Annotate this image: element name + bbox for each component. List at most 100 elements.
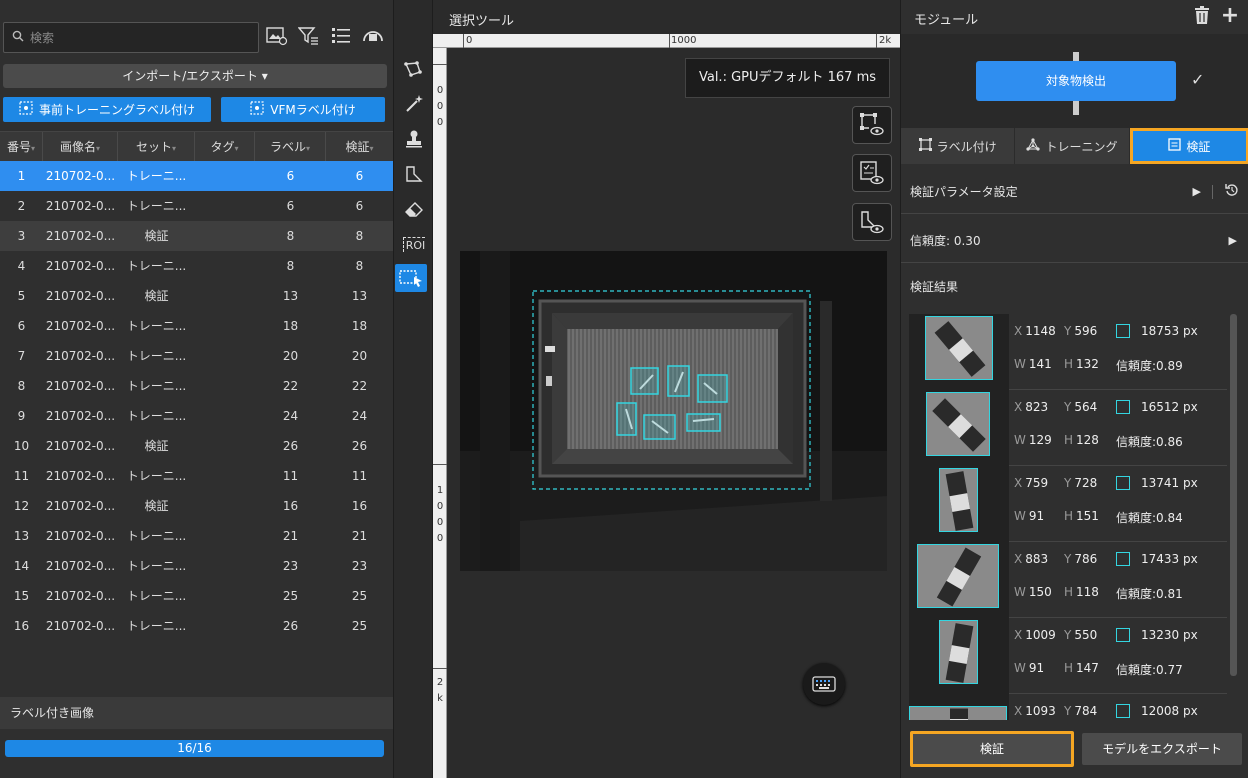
import-export-button[interactable]: インポート/エクスポート ▾ xyxy=(3,64,387,88)
cell-num: 1 xyxy=(17,169,26,183)
result-h: H 151 xyxy=(1064,509,1099,523)
ruler-left: 0 0 0 1 0 0 0 2 k xyxy=(433,48,447,778)
play-icon[interactable]: ▶ xyxy=(1193,185,1201,198)
cell-val: 6 xyxy=(355,169,364,183)
result-item[interactable]: X 759 Y 728 13741 px W 91 H 151 信頼度:0.84 xyxy=(909,466,1227,542)
add-icon[interactable]: + xyxy=(1220,5,1240,27)
object-detection-module[interactable]: 対象物検出 xyxy=(976,61,1176,101)
export-model-button[interactable]: モデルをエクスポート xyxy=(1082,733,1242,765)
cell-set: トレーニ... xyxy=(126,469,187,483)
cell-val: 16 xyxy=(351,499,368,513)
roi-tool[interactable]: ROI xyxy=(400,230,428,258)
tab-labeling[interactable]: ラベル付け xyxy=(901,128,1016,164)
cell-name: 210702-0... xyxy=(45,499,116,513)
result-item[interactable]: X 1148 Y 596 18753 px W 141 H 132 信頼度:0.89 xyxy=(909,314,1227,390)
cell-name: 210702-0... xyxy=(45,199,116,213)
cell-name: 210702-0... xyxy=(45,559,116,573)
cell-num: 7 xyxy=(17,349,26,363)
delete-icon[interactable] xyxy=(1192,6,1212,26)
table-row[interactable]: 9 210702-0... トレーニ... 24 24 xyxy=(0,401,393,431)
validation-params-row[interactable]: 検証パラメータ設定 ▶ xyxy=(901,170,1248,214)
validation-results-list: X 1148 Y 596 18753 px W 141 H 132 信頼度:0.89 X 823 Y 56… xyxy=(909,314,1237,720)
tab-training[interactable]: トレーニング xyxy=(1015,128,1130,164)
table-row[interactable]: 12 210702-0... 検証 16 16 xyxy=(0,491,393,521)
cell-set: トレーニ... xyxy=(126,529,187,543)
vfm-label-button[interactable]: VFMラベル付け xyxy=(221,97,385,122)
table-row[interactable]: 15 210702-0... トレーニ... 25 25 xyxy=(0,581,393,611)
cell-name: 210702-0... xyxy=(45,259,116,273)
label-icon xyxy=(918,138,932,154)
tab-validation[interactable]: 検証 xyxy=(1129,128,1248,164)
cell-set: トレーニ... xyxy=(126,379,187,393)
result-item[interactable]: X 823 Y 564 16512 px W 129 H 128 信頼度:0.86 xyxy=(909,390,1227,466)
expand-arrow-icon[interactable]: ▶ xyxy=(1229,234,1237,247)
ruler-left-2k-a: 2 xyxy=(436,677,444,688)
reset-icon[interactable] xyxy=(1225,183,1239,200)
inspection-image[interactable] xyxy=(460,251,887,571)
gauge-icon[interactable] xyxy=(361,26,385,50)
table-row[interactable]: 5 210702-0... 検証 13 13 xyxy=(0,281,393,311)
table-row[interactable]: 7 210702-0... トレーニ... 20 20 xyxy=(0,341,393,371)
col-header-tag[interactable]: タグ▾ xyxy=(195,132,255,162)
col-header-set[interactable]: セット▾ xyxy=(118,132,195,162)
polygon-tool-icon[interactable] xyxy=(400,56,428,84)
result-h: H 132 xyxy=(1064,357,1099,371)
stamp-tool-icon[interactable] xyxy=(400,125,428,153)
table-row[interactable]: 14 210702-0... トレーニ... 23 23 xyxy=(0,551,393,581)
result-y: Y 550 xyxy=(1064,628,1098,642)
search-input[interactable]: 検索 xyxy=(3,22,259,53)
cell-val: 22 xyxy=(351,379,368,393)
cell-label: 24 xyxy=(282,409,299,423)
result-item[interactable]: X 883 Y 786 17433 px W 150 H 118 信頼度:0.81 xyxy=(909,542,1227,618)
cell-set: トレーニ... xyxy=(126,259,187,273)
result-y: Y 564 xyxy=(1064,400,1098,414)
table-row[interactable]: 2 210702-0... トレーニ... 6 6 xyxy=(0,191,393,221)
cell-set: トレーニ... xyxy=(126,199,187,213)
table-row[interactable]: 3 210702-0... 検証 8 8 xyxy=(0,221,393,251)
table-row[interactable]: 6 210702-0... トレーニ... 18 18 xyxy=(0,311,393,341)
table-row[interactable]: 13 210702-0... トレーニ... 21 21 xyxy=(0,521,393,551)
validate-button[interactable]: 検証 xyxy=(910,731,1074,767)
cell-val: 6 xyxy=(355,199,364,213)
show-labels-icon[interactable] xyxy=(852,106,892,144)
vfm-icon xyxy=(250,101,264,118)
table-row[interactable]: 10 210702-0... 検証 26 26 xyxy=(0,431,393,461)
cell-label: 18 xyxy=(282,319,299,333)
cell-num: 3 xyxy=(17,229,26,243)
cell-label: 8 xyxy=(286,259,295,273)
table-row[interactable]: 1 210702-0... トレーニ... 6 6 xyxy=(0,161,393,191)
show-results-icon[interactable] xyxy=(852,154,892,192)
result-item[interactable]: X 1009 Y 550 13230 px W 91 H 147 信頼度:0.77 xyxy=(909,618,1227,694)
col-header-name[interactable]: 画像名▾ xyxy=(43,132,118,162)
cell-name: 210702-0... xyxy=(45,349,116,363)
table-row[interactable]: 8 210702-0... トレーニ... 22 22 xyxy=(0,371,393,401)
results-scrollbar[interactable] xyxy=(1230,314,1237,676)
pretrain-label-button[interactable]: 事前トレーニングラベル付け xyxy=(3,97,211,122)
list-view-icon[interactable] xyxy=(329,26,353,50)
select-tool-icon[interactable] xyxy=(395,264,427,292)
eraser-tool-icon[interactable] xyxy=(400,195,428,223)
result-area: 17433 px xyxy=(1141,552,1198,566)
cell-label: 8 xyxy=(286,229,295,243)
cell-num: 14 xyxy=(13,559,30,573)
vfm-label-text: VFMラベル付け xyxy=(270,103,356,117)
table-row[interactable]: 11 210702-0... トレーニ... 11 11 xyxy=(0,461,393,491)
magic-wand-icon[interactable] xyxy=(400,90,428,118)
table-row[interactable]: 16 210702-0... トレーニ... 26 25 xyxy=(0,611,393,641)
col-header-num[interactable]: 番号▾ xyxy=(0,132,43,162)
thumbnail-graphic xyxy=(940,621,977,683)
cell-tag xyxy=(195,521,255,551)
keyboard-shortcuts-icon[interactable] xyxy=(803,663,845,705)
col-header-label[interactable]: ラベル▾ xyxy=(255,132,326,162)
filter-settings-icon[interactable] xyxy=(297,26,321,50)
shape-tool-icon[interactable] xyxy=(400,160,428,188)
confidence-row[interactable]: 信頼度: 0.30 ▶ xyxy=(901,219,1248,263)
result-w: W 150 xyxy=(1014,585,1052,599)
result-area: 12008 px xyxy=(1141,704,1198,718)
image-settings-icon[interactable] xyxy=(265,26,289,50)
cell-num: 12 xyxy=(13,499,30,513)
col-header-val[interactable]: 検証▾ xyxy=(326,132,393,162)
result-item[interactable]: X 1093 Y 784 12008 px xyxy=(909,694,1227,720)
show-mask-icon[interactable] xyxy=(852,203,892,241)
table-row[interactable]: 4 210702-0... トレーニ... 8 8 xyxy=(0,251,393,281)
